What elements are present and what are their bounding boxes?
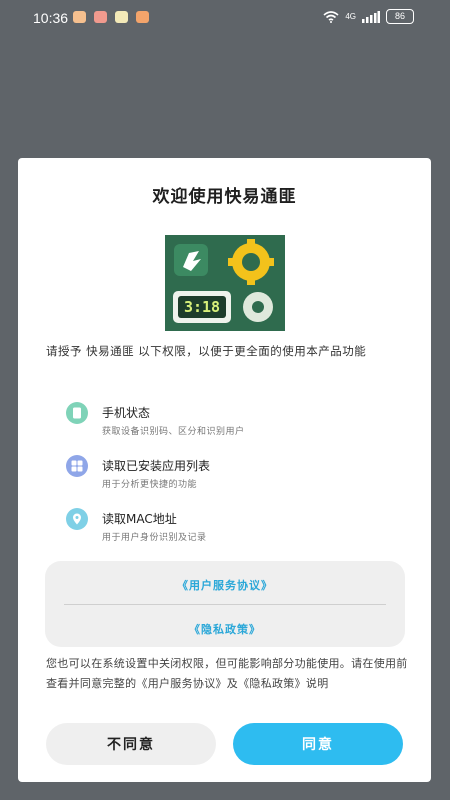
agree-button[interactable]: 同意 [233, 723, 403, 765]
permission-dialog: 欢迎使用快易通匪 3:18 请授予 快易通匪 以下权限，以便于更全面的使用本产品… [18, 158, 431, 782]
divider [64, 604, 386, 605]
permission-desc: 用于分析更快捷的功能 [102, 480, 198, 490]
user-agreement-link[interactable]: 《用户服务协议》 [45, 577, 405, 593]
signal-icon [362, 10, 380, 23]
location-icon [66, 508, 88, 530]
notification-app-icon [136, 11, 149, 23]
permission-title: 读取MAC地址 [102, 512, 177, 526]
permission-desc: 用于用户身份识别及记录 [102, 533, 207, 543]
notification-app-icon [115, 11, 128, 23]
privacy-policy-link[interactable]: 《隐私政策》 [45, 621, 405, 637]
status-time: 10:36 [33, 10, 69, 26]
permission-item-app-list: 读取已安装应用列表 用于分析更快捷的功能 [66, 455, 396, 495]
phone-icon [66, 402, 88, 424]
settings-gear-icon [243, 292, 273, 322]
permission-title: 读取已安装应用列表 [102, 459, 211, 473]
network-type: 4G [345, 12, 356, 21]
notification-app-icon [94, 11, 107, 23]
permission-item-phone-state: 手机状态 获取设备识别码、区分和识别用户 [66, 402, 396, 442]
app-logo: 3:18 [165, 235, 285, 331]
wifi-icon [323, 10, 339, 23]
intro-text: 请授予 快易通匪 以下权限，以便于更全面的使用本产品功能 [46, 344, 367, 358]
agreement-links-panel: 《用户服务协议》 《隐私政策》 [45, 561, 405, 647]
logo-clock: 3:18 [184, 298, 220, 316]
disagree-button[interactable]: 不同意 [46, 723, 216, 765]
permission-title: 手机状态 [102, 406, 151, 420]
status-bar: 10:36 4G 86 [0, 0, 450, 34]
status-right: 4G 86 [323, 9, 414, 24]
permission-desc: 获取设备识别码、区分和识别用户 [102, 427, 245, 437]
apps-grid-icon [66, 455, 88, 477]
permission-item-mac-address: 读取MAC地址 用于用户身份识别及记录 [66, 508, 396, 548]
notification-app-icon [73, 11, 86, 23]
dialog-title: 欢迎使用快易通匪 [152, 187, 297, 207]
notice-text: 您也可以在系统设置中关闭权限，但可能影响部分功能使用。请在使用前查看并同意完整的… [46, 657, 408, 690]
battery-indicator: 86 [386, 9, 414, 24]
